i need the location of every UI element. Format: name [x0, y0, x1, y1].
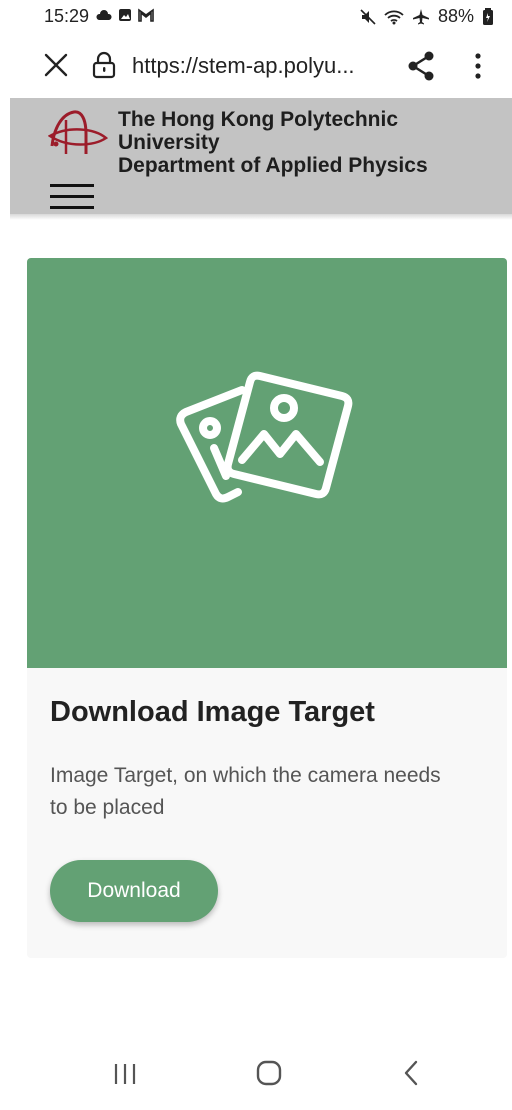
polyu-logo[interactable]: [48, 108, 112, 158]
close-icon[interactable]: [42, 51, 70, 79]
mute-icon: [360, 8, 376, 25]
battery-icon: [483, 7, 493, 25]
status-notifications: [96, 8, 154, 22]
lock-icon[interactable]: [92, 51, 116, 79]
gallery-notification-icon: [119, 9, 131, 21]
airplane-mode-icon: [412, 8, 429, 24]
title-line-3: Department of Applied Physics: [118, 154, 428, 177]
status-time: 15:29: [44, 6, 90, 26]
download-button[interactable]: Download: [50, 860, 218, 922]
card-title: Download Image Target: [50, 696, 375, 728]
home-icon[interactable]: [256, 1060, 282, 1086]
cloud-icon: [96, 10, 112, 20]
hamburger-menu-button[interactable]: [50, 184, 94, 212]
status-indicators: 88%: [360, 6, 494, 27]
wifi-icon: [384, 10, 404, 24]
hamburger-bar: [50, 206, 94, 209]
hamburger-bar: [50, 195, 94, 198]
title-line-2: University: [118, 131, 220, 154]
download-card: Download Image Target Image Target, on w…: [27, 258, 507, 958]
more-vert-icon[interactable]: [468, 50, 488, 82]
recent-apps-icon[interactable]: [112, 1062, 138, 1086]
status-bar: 15:29 88%: [0, 0, 512, 36]
card-description: Image Target, on which the camera needs …: [50, 764, 441, 819]
system-nav-bar: [0, 1040, 512, 1110]
battery-percent: 88%: [437, 6, 474, 26]
header-shadow: [10, 214, 512, 220]
title-line-1: The Hong Kong Polytechnic: [118, 108, 399, 131]
site-header: The Hong Kong Polytechnic University Dep…: [10, 98, 512, 214]
hamburger-bar: [50, 184, 94, 187]
url-text[interactable]: https://stem-ap.polyu...: [132, 53, 355, 79]
share-icon[interactable]: [405, 50, 437, 82]
browser-toolbar: https://stem-ap.polyu...: [0, 36, 512, 98]
gmail-icon: [138, 8, 154, 22]
back-icon[interactable]: [402, 1060, 420, 1086]
image-gallery-icon: [176, 371, 353, 503]
card-media: [27, 258, 507, 668]
university-title[interactable]: The Hong Kong Polytechnic University Dep…: [118, 108, 428, 177]
